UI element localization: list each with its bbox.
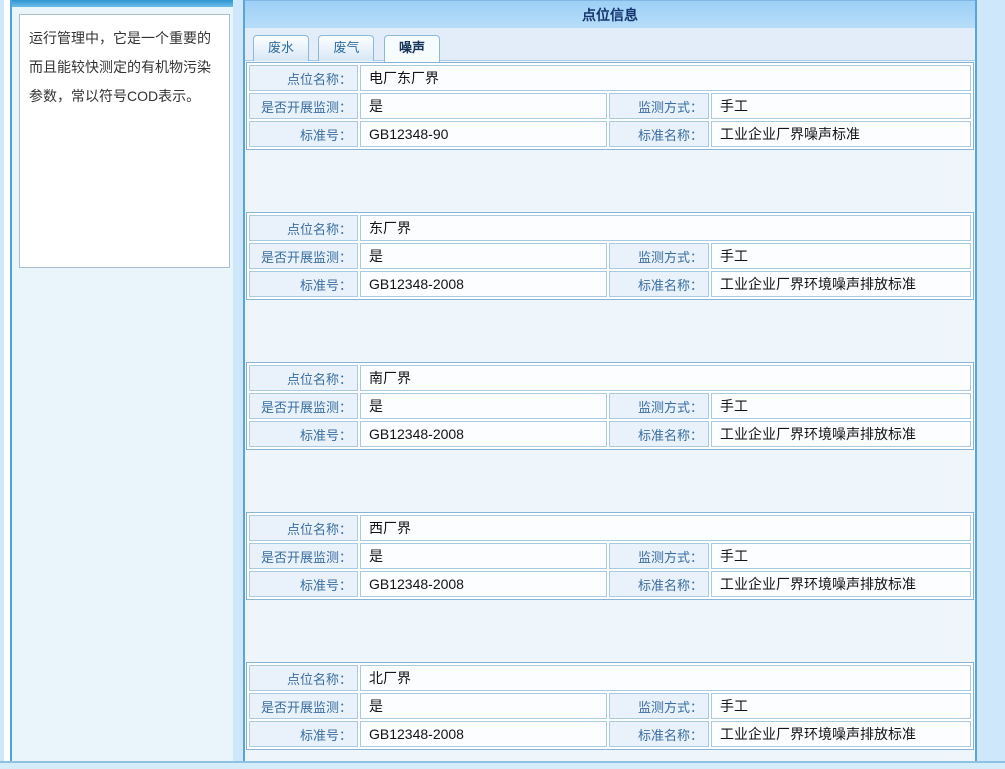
point-name-label: 点位名称： — [249, 215, 358, 241]
standard-no-label: 标准号： — [249, 421, 358, 447]
monitor-method-value: 手工 — [711, 693, 971, 719]
table-row: 点位名称： 西厂界 — [249, 515, 971, 541]
monitor-flag-label: 是否开展监测： — [249, 243, 358, 269]
monitor-flag-label: 是否开展监测： — [249, 93, 358, 119]
standard-name-label: 标准名称： — [609, 571, 709, 597]
standard-name-value: 工业企业厂界环境噪声排放标准 — [711, 271, 971, 297]
monitor-method-value: 手工 — [711, 243, 971, 269]
point-name-value: 北厂界 — [360, 665, 971, 691]
monitor-method-label: 监测方式： — [609, 543, 709, 569]
standard-no-label: 标准号： — [249, 271, 358, 297]
monitor-flag-value: 是 — [360, 693, 607, 719]
standard-name-label: 标准名称： — [609, 721, 709, 747]
point-name-value: 南厂界 — [360, 365, 971, 391]
monitor-method-value: 手工 — [711, 93, 971, 119]
point-name-value: 电厂东厂界 — [360, 65, 971, 91]
monitor-flag-value: 是 — [360, 393, 607, 419]
tab-noise[interactable]: 噪声 — [384, 35, 440, 62]
table-row: 是否开展监测： 是 监测方式： 手工 — [249, 693, 971, 719]
monitor-method-label: 监测方式： — [609, 243, 709, 269]
monitor-flag-value: 是 — [360, 93, 607, 119]
monitor-method-value: 手工 — [711, 393, 971, 419]
point-block: 点位名称： 电厂东厂界 是否开展监测： 是 监测方式： 手工 标准号： GB12… — [246, 62, 974, 150]
point-blocks: 点位名称： 电厂东厂界 是否开展监测： 是 监测方式： 手工 标准号： GB12… — [245, 61, 975, 750]
point-name-label: 点位名称： — [249, 665, 358, 691]
table-row: 点位名称： 电厂东厂界 — [249, 65, 971, 91]
table-row: 点位名称： 北厂界 — [249, 665, 971, 691]
point-name-label: 点位名称： — [249, 515, 358, 541]
sidebar: 运行管理中，它是一个重要的而且能较快测定的有机物污染参数，常以符号COD表示。 — [10, 0, 233, 761]
standard-name-value: 工业企业厂界噪声标准 — [711, 121, 971, 147]
standard-no-value: GB12348-2008 — [360, 721, 607, 747]
monitor-flag-label: 是否开展监测： — [249, 543, 358, 569]
standard-no-value: GB12348-2008 — [360, 271, 607, 297]
point-block: 点位名称： 北厂界 是否开展监测： 是 监测方式： 手工 标准号： GB1234… — [246, 662, 974, 750]
monitor-method-value: 手工 — [711, 543, 971, 569]
standard-no-value: GB12348-2008 — [360, 421, 607, 447]
table-row: 标准号： GB12348-90 标准名称： 工业企业厂界噪声标准 — [249, 121, 971, 147]
page-bottom-strip — [0, 763, 1005, 769]
table-row: 标准号： GB12348-2008 标准名称： 工业企业厂界环境噪声排放标准 — [249, 271, 971, 297]
table-row: 是否开展监测： 是 监测方式： 手工 — [249, 243, 971, 269]
point-block: 点位名称： 南厂界 是否开展监测： 是 监测方式： 手工 标准号： GB1234… — [246, 362, 974, 450]
point-name-value: 东厂界 — [360, 215, 971, 241]
sidebar-note-box: 运行管理中，它是一个重要的而且能较快测定的有机物污染参数，常以符号COD表示。 — [19, 14, 230, 268]
point-block: 点位名称： 东厂界 是否开展监测： 是 监测方式： 手工 标准号： GB1234… — [246, 212, 974, 300]
table-row: 是否开展监测： 是 监测方式： 手工 — [249, 393, 971, 419]
sidebar-note-text: 运行管理中，它是一个重要的而且能较快测定的有机物污染参数，常以符号COD表示。 — [29, 30, 211, 104]
standard-no-value: GB12348-2008 — [360, 571, 607, 597]
panel-title: 点位信息 — [245, 0, 975, 28]
tab-strip: 废水 废气 噪声 — [245, 28, 975, 61]
table-row: 是否开展监测： 是 监测方式： 手工 — [249, 93, 971, 119]
point-block: 点位名称： 西厂界 是否开展监测： 是 监测方式： 手工 标准号： GB1234… — [246, 512, 974, 600]
monitor-method-label: 监测方式： — [609, 693, 709, 719]
monitor-flag-value: 是 — [360, 543, 607, 569]
standard-name-label: 标准名称： — [609, 271, 709, 297]
point-info-panel: 点位信息 废水 废气 噪声 点位名称： 电厂东厂界 是否开展监测： 是 监测方式… — [243, 0, 977, 761]
monitor-flag-label: 是否开展监测： — [249, 393, 358, 419]
point-name-value: 西厂界 — [360, 515, 971, 541]
sidebar-header-bar — [12, 0, 233, 7]
point-name-label: 点位名称： — [249, 65, 358, 91]
table-row: 点位名称： 南厂界 — [249, 365, 971, 391]
table-row: 点位名称： 东厂界 — [249, 215, 971, 241]
table-row: 是否开展监测： 是 监测方式： 手工 — [249, 543, 971, 569]
standard-no-label: 标准号： — [249, 571, 358, 597]
monitor-method-label: 监测方式： — [609, 393, 709, 419]
standard-no-label: 标准号： — [249, 121, 358, 147]
standard-name-value: 工业企业厂界环境噪声排放标准 — [711, 571, 971, 597]
standard-no-value: GB12348-90 — [360, 121, 607, 147]
monitor-flag-label: 是否开展监测： — [249, 693, 358, 719]
table-row: 标准号： GB12348-2008 标准名称： 工业企业厂界环境噪声排放标准 — [249, 571, 971, 597]
monitor-method-label: 监测方式： — [609, 93, 709, 119]
standard-name-value: 工业企业厂界环境噪声排放标准 — [711, 721, 971, 747]
standard-name-label: 标准名称： — [609, 121, 709, 147]
table-row: 标准号： GB12348-2008 标准名称： 工业企业厂界环境噪声排放标准 — [249, 421, 971, 447]
table-row: 标准号： GB12348-2008 标准名称： 工业企业厂界环境噪声排放标准 — [249, 721, 971, 747]
standard-name-value: 工业企业厂界环境噪声排放标准 — [711, 421, 971, 447]
standard-no-label: 标准号： — [249, 721, 358, 747]
tab-wastewater[interactable]: 废水 — [253, 35, 309, 61]
monitor-flag-value: 是 — [360, 243, 607, 269]
point-name-label: 点位名称： — [249, 365, 358, 391]
tab-waste-gas[interactable]: 废气 — [318, 35, 374, 61]
standard-name-label: 标准名称： — [609, 421, 709, 447]
